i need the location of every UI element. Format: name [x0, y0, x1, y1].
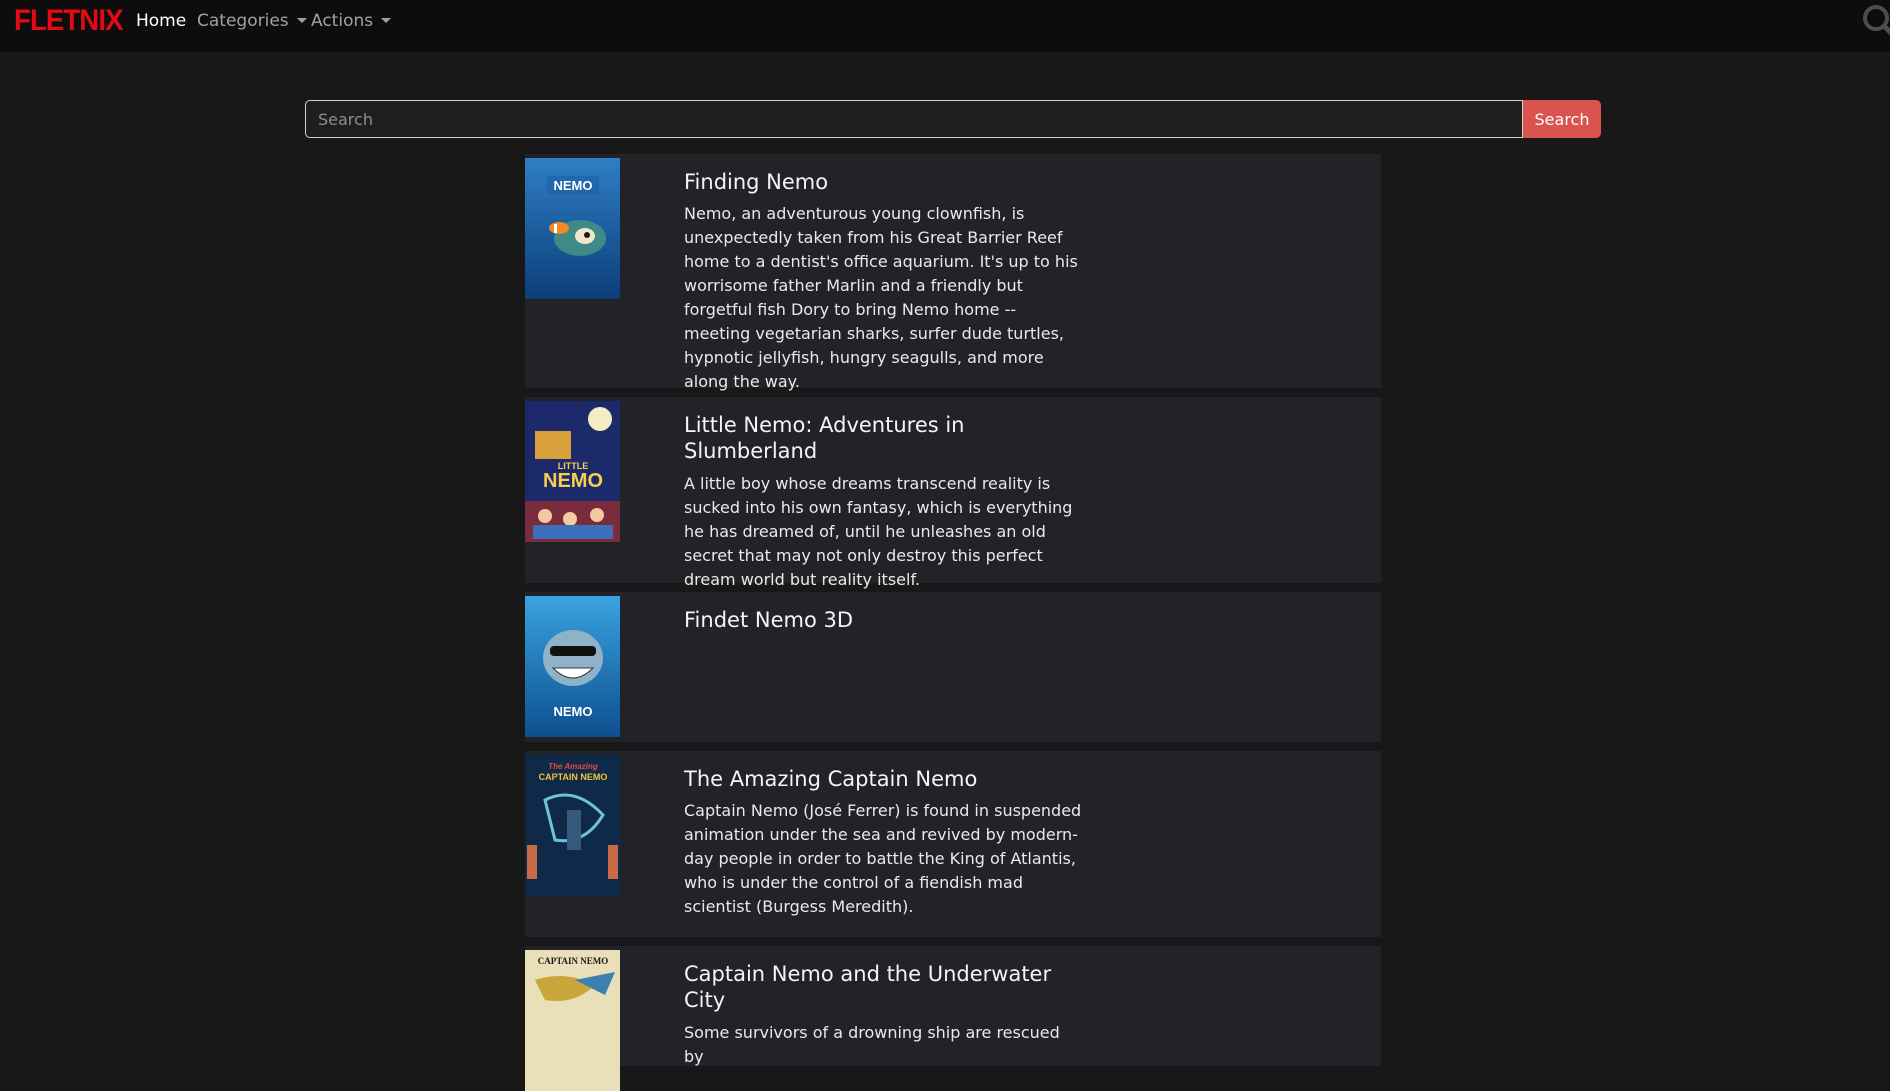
- movie-card[interactable]: NEMO Findet Nemo 3D: [525, 592, 1381, 742]
- movie-poster[interactable]: NEMO: [525, 596, 620, 737]
- search-button[interactable]: Search: [1523, 100, 1601, 138]
- nav-categories-label: Categories: [197, 11, 289, 31]
- caret-down-icon: [296, 18, 307, 23]
- nav-home[interactable]: Home: [136, 11, 186, 31]
- nav-actions-dropdown[interactable]: Actions: [311, 11, 392, 31]
- svg-text:NEMO: NEMO: [554, 178, 593, 193]
- movie-card[interactable]: LITTLE NEMO Little Nemo: Adventures in S…: [525, 397, 1381, 589]
- brand-logo[interactable]: FLETNIX: [14, 4, 123, 38]
- movie-poster[interactable]: The Amazing CAPTAIN NEMO: [525, 755, 620, 896]
- movie-description: A little boy whose dreams transcend real…: [684, 473, 1073, 589]
- svg-text:The Amazing: The Amazing: [548, 762, 598, 771]
- svg-text:CAPTAIN NEMO: CAPTAIN NEMO: [539, 772, 608, 782]
- movie-poster[interactable]: NEMO: [525, 158, 620, 299]
- svg-text:NEMO: NEMO: [543, 470, 603, 492]
- movie-description: [684, 640, 1084, 654]
- nav-actions-label: Actions: [311, 11, 374, 31]
- top-navbar: FLETNIX Home Categories Actions: [0, 0, 1890, 52]
- movie-card[interactable]: NEMO Finding Nemo Nemo, an adventurous y…: [525, 154, 1381, 391]
- svg-text:NEMO: NEMO: [554, 704, 593, 719]
- movie-title[interactable]: Findet Nemo 3D: [684, 607, 1084, 633]
- movie-poster[interactable]: LITTLE NEMO: [525, 401, 620, 542]
- movie-title[interactable]: Little Nemo: Adventures in Slumberland: [684, 412, 1084, 465]
- nav-categories-dropdown[interactable]: Categories: [197, 11, 307, 31]
- movie-card[interactable]: CAPTAIN NEMO Captain Nemo and the Underw…: [525, 946, 1381, 1091]
- movie-title[interactable]: Captain Nemo and the Underwater City: [684, 961, 1084, 1014]
- movie-description: Some survivors of a drowning ship are re…: [684, 1022, 1060, 1066]
- search-form: Search: [305, 100, 1601, 138]
- movie-title[interactable]: Finding Nemo: [684, 169, 1084, 195]
- search-input[interactable]: [305, 100, 1523, 138]
- movie-poster[interactable]: CAPTAIN NEMO: [525, 950, 620, 1091]
- movie-description: Captain Nemo (José Ferrer) is found in s…: [684, 801, 1082, 917]
- movie-description: Nemo, an adventurous young clownfish, is…: [684, 204, 1078, 392]
- search-icon[interactable]: [1860, 2, 1890, 42]
- movie-card[interactable]: The Amazing CAPTAIN NEMO The Amazing Cap…: [525, 751, 1381, 937]
- caret-down-icon: [381, 18, 392, 23]
- results-list: NEMO Finding Nemo Nemo, an adventurous y…: [525, 154, 1381, 1091]
- svg-text:CAPTAIN NEMO: CAPTAIN NEMO: [538, 956, 609, 966]
- movie-title[interactable]: The Amazing Captain Nemo: [684, 766, 1084, 792]
